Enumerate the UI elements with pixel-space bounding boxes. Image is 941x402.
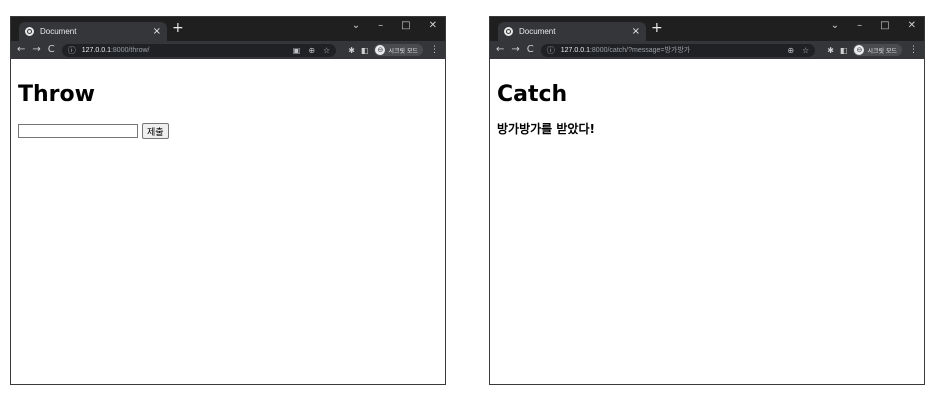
extensions-icon[interactable]: ✱ bbox=[348, 46, 355, 55]
new-tab-button[interactable]: + bbox=[651, 21, 663, 35]
reload-button[interactable]: C bbox=[48, 45, 55, 55]
address-bar[interactable]: ⓘ 127.0.0.1 :8000/catch/?message=방가방가 ⊕ … bbox=[540, 43, 816, 57]
incognito-profile[interactable]: ⊖ 시크릿 모드 bbox=[374, 44, 423, 56]
address-bar[interactable]: ⓘ 127.0.0.1 :8000/throw/ ▣ ⊕ ☆ bbox=[61, 43, 337, 57]
page-title: Catch bbox=[497, 82, 568, 107]
window-controls: ⌄ – □ ✕ bbox=[352, 20, 437, 31]
browser-toolbar: ← → C ⓘ 127.0.0.1 :8000/catch/?message=방… bbox=[490, 41, 924, 59]
new-tab-button[interactable]: + bbox=[172, 21, 184, 35]
tab-title: Document bbox=[40, 27, 77, 36]
message-input[interactable] bbox=[18, 124, 138, 138]
globe-icon bbox=[25, 27, 34, 36]
side-panel-icon[interactable]: ◧ bbox=[840, 46, 848, 55]
page-content: Catch 방가방가를 받았다! bbox=[490, 82, 924, 137]
browser-window-catch: Document × + ⌄ – □ ✕ ← → C ⓘ 127.0.0.1 :… bbox=[489, 16, 925, 385]
bookmark-star-icon[interactable]: ☆ bbox=[323, 46, 330, 55]
page-title: Throw bbox=[18, 82, 95, 107]
maximize-button[interactable]: □ bbox=[401, 20, 410, 31]
url-host: 127.0.0.1 bbox=[560, 46, 590, 54]
info-icon[interactable]: ⓘ bbox=[547, 45, 555, 56]
extensions-icon[interactable]: ✱ bbox=[827, 46, 834, 55]
chevron-down-icon[interactable]: ⌄ bbox=[831, 20, 839, 31]
close-window-button[interactable]: ✕ bbox=[429, 20, 437, 31]
incognito-icon: ⊖ bbox=[854, 45, 865, 55]
forward-button[interactable]: → bbox=[511, 45, 519, 55]
back-button[interactable]: ← bbox=[496, 45, 504, 55]
title-bar: Document × + ⌄ – □ ✕ bbox=[11, 17, 445, 41]
incognito-profile[interactable]: ⊖ 시크릿 모드 bbox=[853, 44, 902, 56]
url-path: :8000/catch/?message=방가방가 bbox=[589, 47, 691, 54]
globe-icon bbox=[504, 27, 513, 36]
minimize-button[interactable]: – bbox=[378, 20, 383, 31]
tab-document[interactable]: Document × bbox=[498, 22, 646, 41]
chevron-down-icon[interactable]: ⌄ bbox=[352, 20, 360, 31]
url-path: :8000/throw/ bbox=[110, 46, 150, 54]
window-controls: ⌄ – □ ✕ bbox=[831, 20, 916, 31]
forward-button[interactable]: → bbox=[32, 45, 40, 55]
menu-icon[interactable]: ⋮ bbox=[909, 45, 918, 55]
tab-close-icon[interactable]: × bbox=[632, 26, 640, 37]
url-host: 127.0.0.1 bbox=[81, 46, 111, 54]
close-window-button[interactable]: ✕ bbox=[908, 20, 916, 31]
zoom-icon[interactable]: ⊕ bbox=[308, 46, 315, 55]
submit-button[interactable]: 제출 bbox=[142, 123, 169, 139]
browser-toolbar: ← → C ⓘ 127.0.0.1 :8000/throw/ ▣ ⊕ ☆ ✱ ◧… bbox=[11, 41, 445, 59]
received-message: 방가방가를 받았다! bbox=[497, 122, 595, 136]
profile-label: 시크릿 모드 bbox=[867, 47, 897, 55]
throw-form: 제출 bbox=[18, 123, 438, 139]
reload-button[interactable]: C bbox=[527, 45, 534, 55]
maximize-button[interactable]: □ bbox=[880, 20, 889, 31]
minimize-button[interactable]: – bbox=[857, 20, 862, 31]
title-bar: Document × + ⌄ – □ ✕ bbox=[490, 17, 924, 41]
tab-document[interactable]: Document × bbox=[19, 22, 167, 41]
tab-close-icon[interactable]: × bbox=[153, 26, 161, 37]
translate-icon[interactable]: ▣ bbox=[293, 46, 301, 55]
browser-window-throw: Document × + ⌄ – □ ✕ ← → C ⓘ 127.0.0.1 :… bbox=[10, 16, 446, 385]
side-panel-icon[interactable]: ◧ bbox=[361, 46, 369, 55]
bookmark-star-icon[interactable]: ☆ bbox=[802, 46, 809, 55]
profile-label: 시크릿 모드 bbox=[388, 47, 418, 55]
incognito-icon: ⊖ bbox=[375, 45, 386, 55]
info-icon[interactable]: ⓘ bbox=[68, 45, 76, 56]
tab-title: Document bbox=[519, 27, 556, 36]
zoom-icon[interactable]: ⊕ bbox=[787, 46, 794, 55]
menu-icon[interactable]: ⋮ bbox=[430, 45, 439, 55]
page-content: Throw 제출 bbox=[11, 82, 445, 139]
back-button[interactable]: ← bbox=[17, 45, 25, 55]
